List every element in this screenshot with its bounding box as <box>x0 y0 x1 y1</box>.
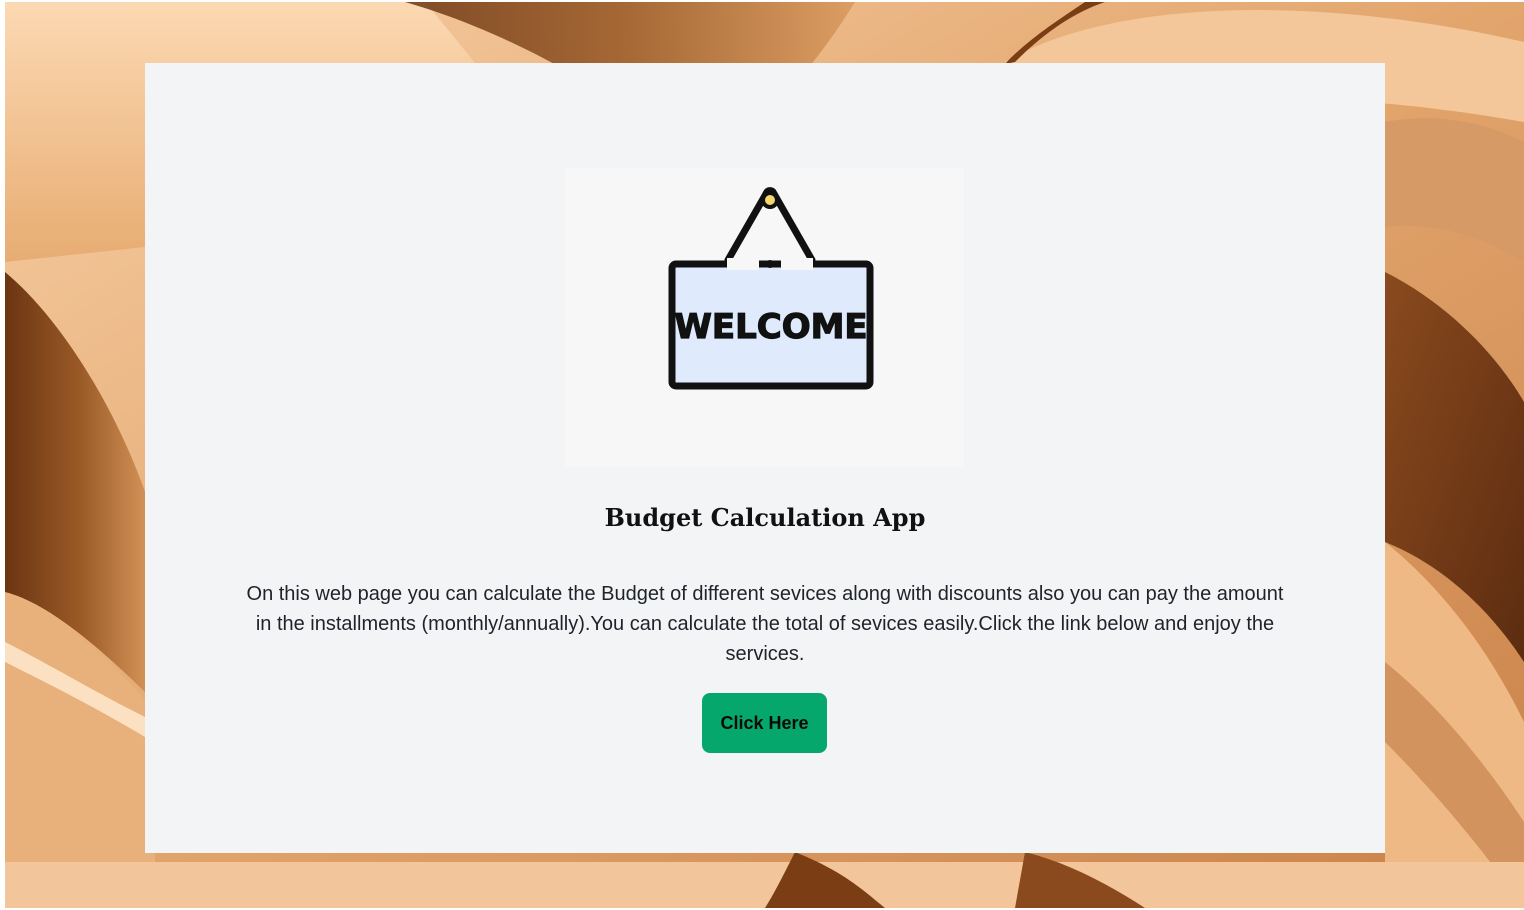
main-card: WELCOME Budget Calculation App On this w… <box>145 63 1385 853</box>
welcome-sign-icon: WELCOME <box>668 187 874 390</box>
description-text: On this web page you can calculate the B… <box>246 583 1284 665</box>
welcome-image: WELCOME <box>565 168 964 467</box>
click-here-button[interactable]: Click Here <box>702 693 827 753</box>
page-title: Budget Calculation App <box>604 503 926 532</box>
sign-text: WELCOME <box>674 307 867 347</box>
